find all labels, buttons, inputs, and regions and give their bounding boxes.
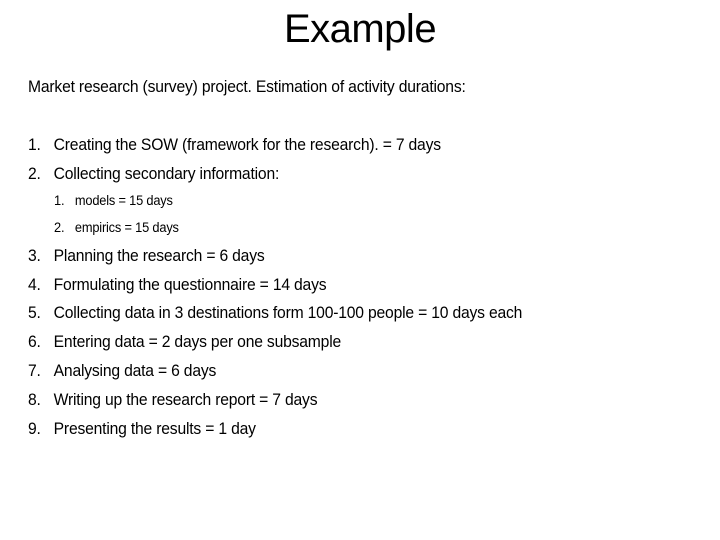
list-number: 1. <box>28 136 41 154</box>
list-text: Formulating the questionnaire = 14 days <box>53 276 327 294</box>
list-item: 2. Collecting secondary information: <box>28 163 279 185</box>
list-number: 7. <box>28 362 41 380</box>
list-item: 5. Collecting data in 3 destinations form… <box>28 302 522 324</box>
list-number: 9. <box>28 420 41 438</box>
list-number: 5. <box>28 304 41 322</box>
list-number: 8. <box>28 391 41 409</box>
list-number: 4. <box>28 276 41 294</box>
list-text: Collecting data in 3 destinations form 1… <box>53 304 523 322</box>
list-number: 1. <box>54 193 65 208</box>
intro-text: Market research (survey) project. Estima… <box>28 78 466 96</box>
list-item: 9. Presenting the results = 1 day <box>28 418 256 440</box>
list-number: 2. <box>54 220 65 235</box>
list-text: Presenting the results = 1 day <box>53 420 256 438</box>
list-item: 1. Creating the SOW (framework for the re… <box>28 134 441 156</box>
list-number: 3. <box>28 247 41 265</box>
list-text: Analysing data = 6 days <box>53 362 217 380</box>
sub-list-item: 1. models = 15 days <box>54 192 173 210</box>
list-number: 6. <box>28 333 41 351</box>
list-text: Creating the SOW (framework for the rese… <box>53 136 441 154</box>
list-item: 7. Analysing data = 6 days <box>28 360 216 382</box>
slide-title: Example <box>283 7 437 51</box>
list-text: Collecting secondary information: <box>53 165 280 183</box>
sub-list-item: 2. empirics = 15 days <box>54 219 179 237</box>
list-item: 3. Planning the research = 6 days <box>28 245 265 267</box>
list-text: Planning the research = 6 days <box>53 247 265 265</box>
list-item: 8. Writing up the research report = 7 day… <box>28 389 318 411</box>
list-text: empirics = 15 days <box>74 220 179 235</box>
list-text: Writing up the research report = 7 days <box>53 391 318 409</box>
list-item: 4. Formulating the questionnaire = 14 day… <box>28 274 327 296</box>
list-text: Entering data = 2 days per one subsample <box>53 333 342 351</box>
list-number: 2. <box>28 165 41 183</box>
list-item: 6. Entering data = 2 days per one subsamp… <box>28 331 341 353</box>
list-text: models = 15 days <box>74 193 173 208</box>
